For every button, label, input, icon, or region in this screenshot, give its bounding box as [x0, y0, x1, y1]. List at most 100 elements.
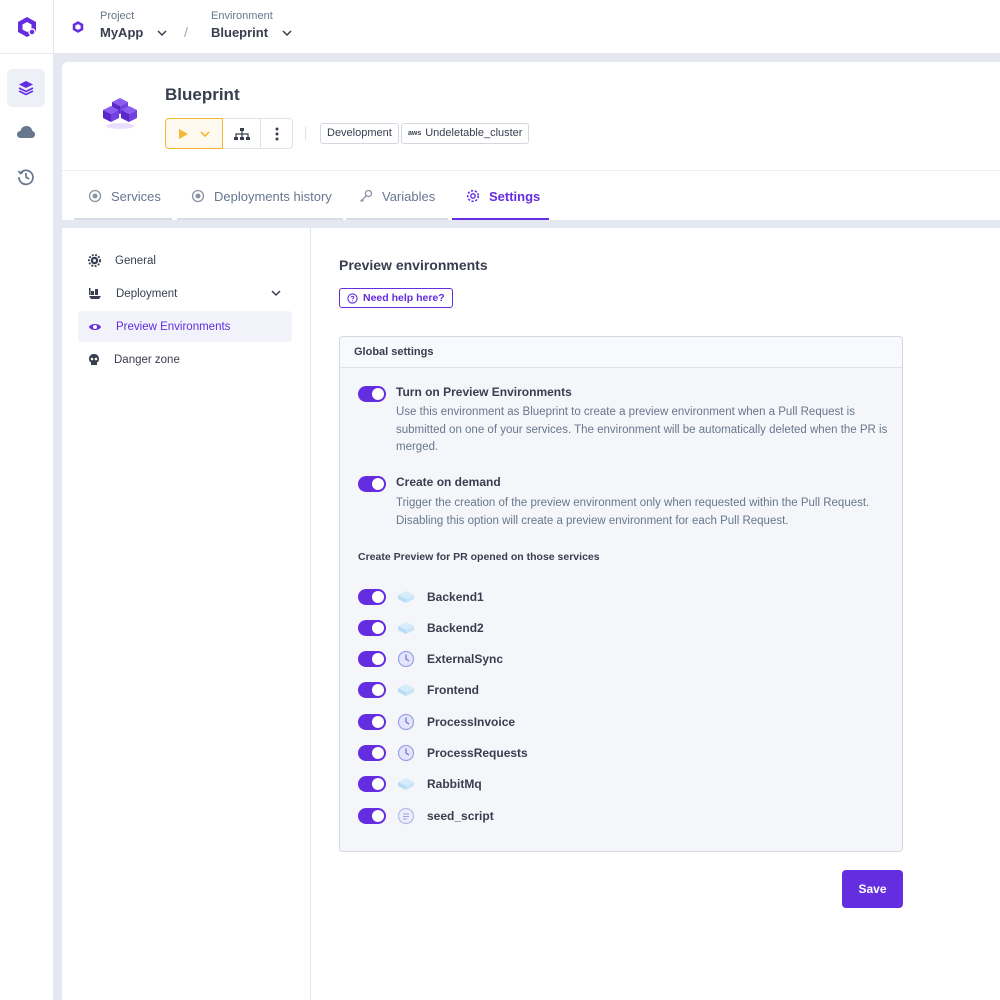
sidenav-label: Preview Environments	[116, 320, 231, 333]
service-toggle[interactable]	[358, 651, 386, 667]
services-heading: Create Preview for PR opened on those se…	[358, 551, 600, 563]
service-row: Frontend	[358, 681, 479, 699]
more-actions-button[interactable]	[261, 118, 293, 149]
environment-title: Blueprint	[165, 85, 240, 104]
pipeline-button[interactable]	[223, 118, 261, 149]
rail-environments-button[interactable]	[7, 69, 45, 107]
chevron-down-icon	[271, 290, 281, 297]
cluster-tag-label: Undeletable_cluster	[425, 127, 523, 139]
service-name: ProcessRequests	[427, 746, 528, 760]
option-description: Use this environment as Blueprint to cre…	[396, 406, 888, 453]
tab-deployments-history[interactable]: Deployments history	[191, 171, 332, 221]
project-icon	[72, 21, 84, 33]
service-name: ProcessInvoice	[427, 715, 516, 729]
ship-icon	[89, 288, 101, 299]
environment-tabs: Services Deployments history Variables S…	[62, 170, 1000, 220]
rail-history-button[interactable]	[7, 158, 45, 196]
sidenav-item-preview-environments[interactable]: Preview Environments	[78, 311, 292, 342]
key-icon	[360, 189, 373, 202]
environment-selector[interactable]: Environment Blueprint	[211, 9, 294, 43]
lifecycle-job-icon	[397, 807, 415, 825]
service-toggle[interactable]	[358, 776, 386, 792]
tab-label: Services	[111, 188, 161, 204]
service-toggle[interactable]	[358, 589, 386, 605]
sidenav-item-danger-zone[interactable]: Danger zone	[78, 344, 292, 375]
sidenav-item-general[interactable]: General	[78, 245, 292, 276]
option-title: Create on demand	[396, 475, 501, 489]
sidenav-label: Danger zone	[114, 353, 180, 366]
gear-icon	[466, 189, 480, 203]
service-toggle[interactable]	[358, 808, 386, 824]
save-button[interactable]: Save	[842, 870, 903, 908]
question-circle-icon	[347, 292, 358, 304]
service-name: ExternalSync	[427, 652, 504, 666]
tab-indicator-active	[452, 218, 549, 220]
application-icon	[397, 588, 415, 606]
skull-icon	[89, 354, 99, 365]
eye-icon	[89, 323, 101, 330]
tab-label: Settings	[489, 188, 541, 204]
application-icon	[397, 775, 415, 793]
project-label: Project	[100, 10, 135, 22]
sidenav-label: Deployment	[116, 287, 178, 300]
gear-icon	[88, 254, 101, 267]
breadcrumb-separator: /	[184, 24, 188, 40]
environment-header: Blueprint Development aws Undeletable_cl…	[62, 62, 1000, 220]
chevron-down-icon	[200, 130, 210, 137]
tab-indicator	[346, 218, 448, 220]
project-selector[interactable]: Project MyApp	[100, 9, 169, 43]
divider	[305, 126, 306, 140]
page-title: Preview environments	[339, 257, 488, 273]
option-description: Trigger the creation of the preview envi…	[396, 497, 870, 527]
service-toggle[interactable]	[358, 745, 386, 761]
rail-clusters-button[interactable]	[7, 113, 45, 151]
environment-cubes-icon	[103, 98, 137, 129]
application-icon	[397, 619, 415, 637]
tab-label: Variables	[382, 188, 436, 204]
deploy-button[interactable]	[165, 118, 223, 149]
settings-content: General Deployment Preview Environments …	[62, 228, 1000, 1000]
service-name: RabbitMq	[427, 777, 482, 791]
aws-icon: aws	[408, 130, 422, 137]
app-logo[interactable]	[0, 0, 54, 54]
qovery-logo-icon	[18, 16, 36, 37]
option-title: Turn on Preview Environments	[396, 385, 572, 399]
sidenav-label: General	[115, 254, 156, 267]
service-row: Backend2	[358, 619, 484, 637]
circle-dot-icon	[191, 189, 205, 203]
panel-title: Global settings	[340, 337, 902, 368]
tab-settings[interactable]: Settings	[466, 171, 540, 221]
cronjob-icon	[397, 650, 415, 668]
preview-environments-toggle[interactable]	[358, 386, 386, 402]
cronjob-icon	[397, 744, 415, 762]
help-button[interactable]: Need help here?	[339, 288, 453, 308]
tab-variables[interactable]: Variables	[359, 171, 435, 221]
cloud-icon	[17, 126, 35, 138]
environment-value: Blueprint	[211, 25, 269, 40]
service-name: Frontend	[427, 683, 479, 697]
global-settings-panel: Global settings Turn on Preview Environm…	[339, 336, 903, 852]
service-toggle[interactable]	[358, 682, 386, 698]
sidenav-item-deployment[interactable]: Deployment	[78, 278, 292, 309]
application-icon	[397, 681, 415, 699]
service-toggle[interactable]	[358, 620, 386, 636]
environment-label: Environment	[211, 10, 273, 22]
service-name: Backend2	[427, 621, 484, 635]
service-row: seed_script	[358, 807, 494, 825]
layers-icon	[18, 81, 34, 96]
play-icon	[179, 128, 188, 139]
project-value: MyApp	[100, 25, 144, 40]
flow-icon	[233, 127, 250, 140]
top-bar: Project MyApp / Environment Blueprint	[54, 0, 1000, 54]
create-on-demand-toggle[interactable]	[358, 476, 386, 492]
environment-mode-tag: Development	[320, 123, 399, 144]
tab-services[interactable]: Services	[88, 171, 161, 221]
service-row: ProcessRequests	[358, 744, 528, 762]
circle-dot-icon	[88, 189, 102, 203]
service-name: Backend1	[427, 590, 484, 604]
tab-indicator	[177, 218, 343, 220]
help-label: Need help here?	[363, 292, 445, 304]
service-toggle[interactable]	[358, 714, 386, 730]
cluster-tag: aws Undeletable_cluster	[401, 123, 530, 144]
service-row: Backend1	[358, 588, 484, 606]
